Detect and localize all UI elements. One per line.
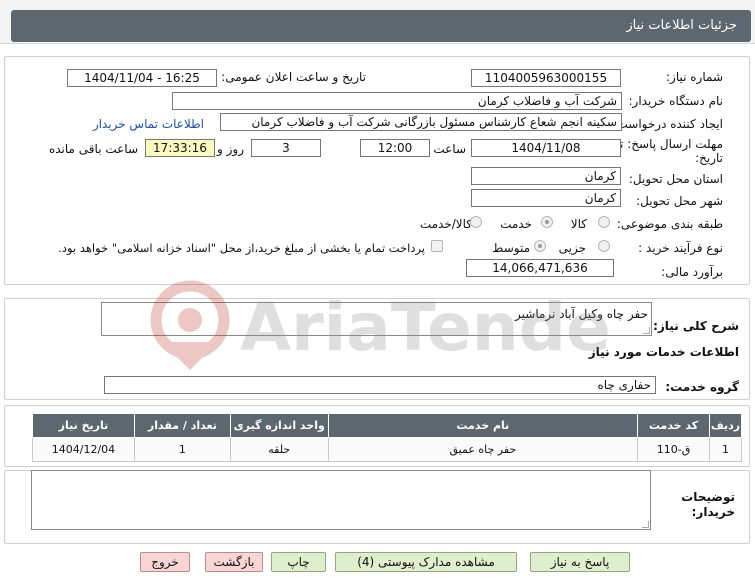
remaining-time-label: ساعت باقی مانده — [48, 142, 138, 156]
announce-field: 1404/11/04 - 16:25 — [67, 69, 217, 87]
cell-need-date: 1404/12/04 — [32, 437, 135, 462]
process-type-label: نوع فرآیند خرید : — [638, 241, 723, 255]
buyer-org-field: شرکت آب و فاضلاب کرمان — [172, 92, 622, 110]
cell-unit: حلقه — [229, 437, 329, 462]
print-button[interactable]: چاپ — [271, 552, 326, 572]
category-radio-service[interactable] — [541, 216, 553, 228]
category-radio-goods-service[interactable] — [470, 216, 482, 228]
need-number-label: شماره نیاز: — [666, 70, 723, 84]
table-row: 1404/12/04 1 حلقه حفر چاه عمیق ق-110 1 — [32, 437, 743, 462]
category-option-goods-service: کالا/خدمت — [419, 217, 472, 231]
back-button[interactable]: بازگشت — [205, 552, 263, 572]
cell-quantity: 1 — [133, 437, 231, 462]
category-label: طبقه بندی موضوعی: — [616, 217, 723, 231]
buyer-org-label: نام دستگاه خریدار: — [628, 94, 724, 108]
buyer-contact-link[interactable]: اطلاعات تماس خریدار — [93, 117, 204, 131]
process-radio-medium[interactable] — [534, 240, 546, 252]
category-option-goods: کالا — [570, 217, 587, 231]
col-row-number: ردیف — [708, 413, 743, 438]
requester-label: ایجاد کننده درخواست: — [612, 117, 723, 131]
buyer-notes-label-line1: توضیحات — [681, 490, 735, 504]
deadline-label-line2: تاریخ: — [695, 151, 723, 165]
col-unit: واحد اندازه گیری — [229, 413, 329, 438]
cell-service-name: حفر چاه عمیق — [327, 437, 639, 462]
page-title: جزئیات اطلاعات نیاز — [626, 18, 737, 33]
page-header: جزئیات اطلاعات نیاز — [0, 0, 755, 44]
province-label: استان محل تحویل: — [628, 172, 723, 186]
services-table-header-row: تاریخ نیاز تعداد / مقدار واحد اندازه گیر… — [32, 413, 743, 438]
buyer-notes-textarea[interactable] — [31, 470, 651, 530]
days-remaining-field: 3 — [251, 139, 321, 157]
city-label: شهر محل تحویل: — [636, 194, 723, 208]
resize-grip-icon[interactable] — [642, 521, 649, 528]
exit-button[interactable]: خروج — [140, 552, 190, 572]
deadline-time-label: ساعت — [433, 142, 466, 156]
treasury-checkbox[interactable] — [431, 240, 443, 252]
col-need-date: تاریخ نیاز — [32, 413, 135, 438]
deadline-date-field: 1404/11/08 — [471, 139, 621, 157]
description-textarea: حفر چاه وکیل آباد نرماشیر — [101, 302, 652, 336]
process-option-medium: متوسط — [492, 241, 530, 255]
category-radio-goods[interactable] — [598, 216, 610, 228]
col-quantity: تعداد / مقدار — [133, 413, 231, 438]
province-field: کرمان — [471, 167, 621, 185]
service-group-label: گروه خدمت: — [665, 380, 739, 394]
reply-to-need-button[interactable]: پاسخ به نیاز — [530, 552, 630, 572]
col-service-code: کد خدمت — [637, 413, 710, 438]
budget-label: برآورد مالی: — [661, 265, 723, 279]
description-text: حفر چاه وکیل آباد نرماشیر — [515, 307, 648, 321]
services-table: تاریخ نیاز تعداد / مقدار واحد اندازه گیر… — [32, 413, 743, 462]
cell-row-number: 1 — [708, 437, 743, 462]
buyer-notes-label-line2: خریدار: — [691, 505, 735, 519]
need-number-field: 1104005963000155 — [471, 69, 621, 87]
category-option-service: خدمت — [500, 217, 532, 231]
announce-label: تاریخ و ساعت اعلان عمومی: — [221, 70, 366, 84]
deadline-label-line1: مهلت ارسال پاسخ: تا — [616, 137, 723, 151]
process-option-minor: جزیی — [558, 241, 586, 255]
services-section-title: اطلاعات خدمات مورد نیاز — [588, 345, 739, 359]
deadline-time-field: 12:00 — [360, 139, 430, 157]
header-bar: جزئیات اطلاعات نیاز — [11, 10, 751, 42]
remaining-time-field: 17:33:16 — [145, 139, 215, 157]
view-attachments-button[interactable]: مشاهده مدارک پیوستی (4) — [335, 552, 517, 572]
process-radio-minor[interactable] — [598, 240, 610, 252]
cell-service-code: ق-110 — [637, 437, 710, 462]
resize-grip-icon[interactable] — [643, 327, 650, 334]
service-group-field: حفاری چاه — [104, 376, 656, 394]
treasury-note: پرداخت تمام یا بخشی از مبلغ خرید،از محل … — [58, 241, 425, 255]
description-label: شرح کلی نیاز: — [653, 319, 739, 333]
city-field: کرمان — [471, 189, 621, 207]
col-service-name: نام خدمت — [327, 413, 639, 438]
budget-field: 14,066,471,636 — [466, 259, 614, 277]
days-label: روز و — [217, 142, 244, 156]
requester-field: سکینه انجم شعاع کارشناس مسئول بازرگانی ش… — [220, 113, 622, 131]
